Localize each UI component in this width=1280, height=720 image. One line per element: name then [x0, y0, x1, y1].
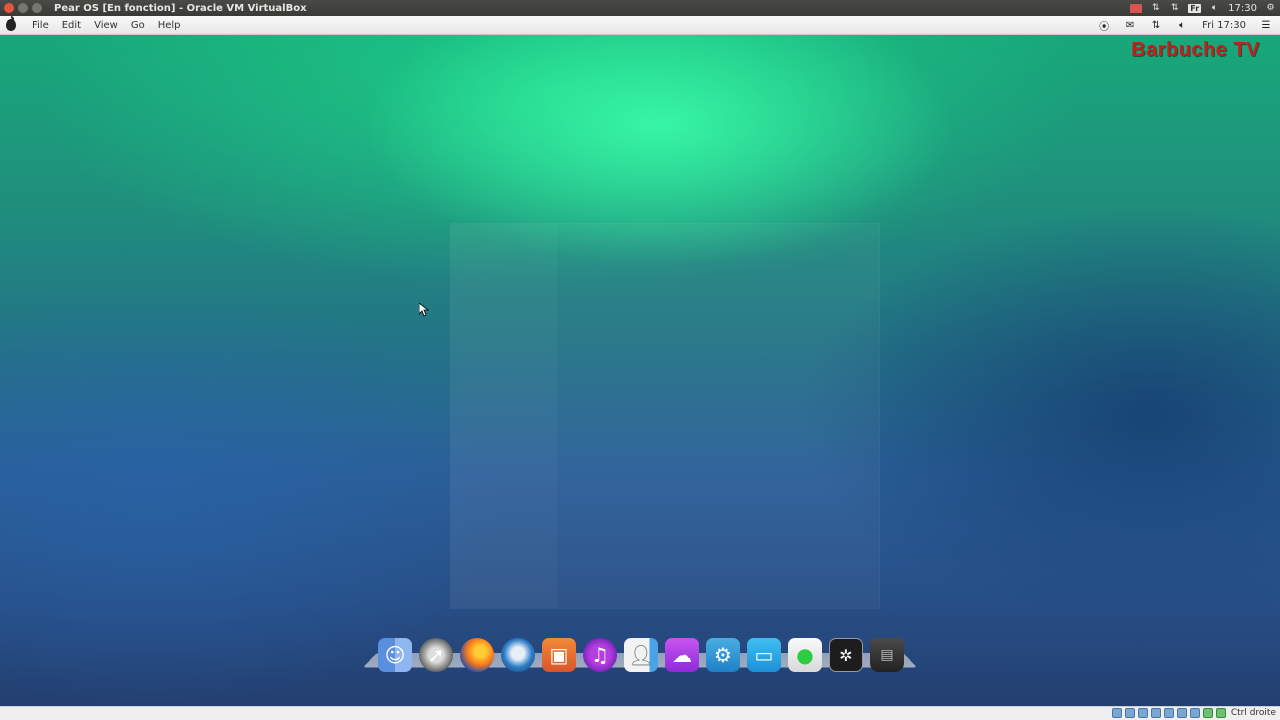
trash-icon: ▤	[880, 647, 894, 663]
rocket-icon: ➚	[427, 643, 445, 667]
keyboard-layout-indicator[interactable]: Fr	[1188, 3, 1202, 13]
pear-logo-icon[interactable]	[6, 16, 16, 31]
dock-terminal[interactable]: ✲	[827, 636, 865, 674]
desktop-wallpaper[interactable]: Barbuche TV	[0, 35, 1280, 706]
display-icon[interactable]	[1189, 708, 1200, 718]
dock: ☺ ➚ ▣ ♫ 👤︎ ☁ ⚙ ▭ ● ✲ ▤	[376, 630, 906, 674]
photos-icon: ▣	[549, 643, 569, 667]
menu-help[interactable]: Help	[158, 20, 181, 31]
contacts-icon: 👤︎	[628, 643, 654, 667]
dock-contacts[interactable]: 👤︎	[622, 636, 660, 674]
channel-watermark: Barbuche TV	[1131, 39, 1260, 61]
guest-menus: File Edit View Go Help	[32, 20, 181, 31]
guest-clock[interactable]: Fri 17:30	[1202, 20, 1246, 31]
network-arrows-icon[interactable]: ⇅	[1150, 3, 1161, 14]
dock-display[interactable]: ▭	[745, 636, 783, 674]
volume-icon[interactable]: 🔈︎	[1176, 19, 1188, 31]
music-note-icon: ♫	[591, 643, 609, 667]
cloud-icon: ☁	[672, 643, 692, 667]
menu-file[interactable]: File	[32, 20, 49, 31]
dock-photos[interactable]: ▣	[540, 636, 578, 674]
menu-list-icon[interactable]: ☰	[1260, 19, 1272, 31]
dock-itunes[interactable]: ♫	[581, 636, 619, 674]
mail-icon[interactable]: ✉	[1124, 19, 1136, 31]
virtualbox-status-bar: Ctrl droite	[0, 706, 1280, 720]
faded-window-overlay	[450, 223, 880, 609]
network-arrows-icon-2[interactable]: ⇅	[1169, 3, 1180, 14]
hard-disk-icon[interactable]	[1111, 708, 1122, 718]
faded-window-sidebar	[451, 224, 557, 608]
menu-edit[interactable]: Edit	[62, 20, 81, 31]
virtualbox-device-icons: Ctrl droite	[1111, 708, 1276, 718]
host-key-label: Ctrl droite	[1230, 708, 1276, 718]
host-system-tray: ⇅ ⇅ Fr 🔈︎ 17:30 ⚙	[1130, 0, 1276, 16]
guest-menu-bar: File Edit View Go Help ⦿ ✉ ⇅ 🔈︎ Fri 17:3…	[0, 16, 1280, 35]
gear-icon: ⚙	[714, 643, 732, 667]
search-icon[interactable]: ⦿	[1098, 19, 1110, 33]
network-arrows-icon[interactable]: ⇅	[1150, 19, 1162, 31]
dock-messages[interactable]: ●	[786, 636, 824, 674]
dock-cloud[interactable]: ☁	[663, 636, 701, 674]
minimize-window-button[interactable]	[18, 3, 28, 13]
optical-drive-icon[interactable]	[1124, 708, 1135, 718]
record-icon[interactable]	[1130, 3, 1143, 13]
gear-icon[interactable]: ⚙	[1265, 3, 1276, 14]
video-capture-icon[interactable]	[1176, 708, 1187, 718]
dock-trash[interactable]: ▤	[868, 636, 906, 674]
dock-finder[interactable]: ☺	[376, 636, 414, 674]
host-clock[interactable]: 17:30	[1228, 3, 1257, 14]
mouse-integration-icon[interactable]	[1202, 708, 1213, 718]
terminal-icon: ✲	[839, 645, 853, 665]
menu-go[interactable]: Go	[131, 20, 145, 31]
dock-settings[interactable]: ⚙	[704, 636, 742, 674]
dock-thunderbird[interactable]	[499, 636, 537, 674]
chat-bubble-icon: ●	[796, 643, 814, 667]
shared-folders-icon[interactable]	[1150, 708, 1161, 718]
monitor-icon: ▭	[754, 643, 774, 667]
menu-view[interactable]: View	[94, 20, 118, 31]
usb-icon[interactable]	[1137, 708, 1148, 718]
network-icon[interactable]	[1163, 708, 1174, 718]
guest-system-tray: ⦿ ✉ ⇅ 🔈︎ Fri 17:30 ☰	[1098, 16, 1272, 34]
window-title: Pear OS [En fonction] - Oracle VM Virtua…	[54, 2, 307, 14]
keyboard-capture-icon[interactable]	[1215, 708, 1226, 718]
volume-icon[interactable]: 🔈︎	[1209, 3, 1220, 14]
finder-icon: ☺	[384, 643, 406, 667]
host-title-bar: Pear OS [En fonction] - Oracle VM Virtua…	[0, 0, 1280, 16]
maximize-window-button[interactable]	[32, 3, 42, 13]
dock-launchpad[interactable]: ➚	[417, 636, 455, 674]
close-window-button[interactable]	[4, 3, 14, 13]
dock-firefox[interactable]	[458, 636, 496, 674]
